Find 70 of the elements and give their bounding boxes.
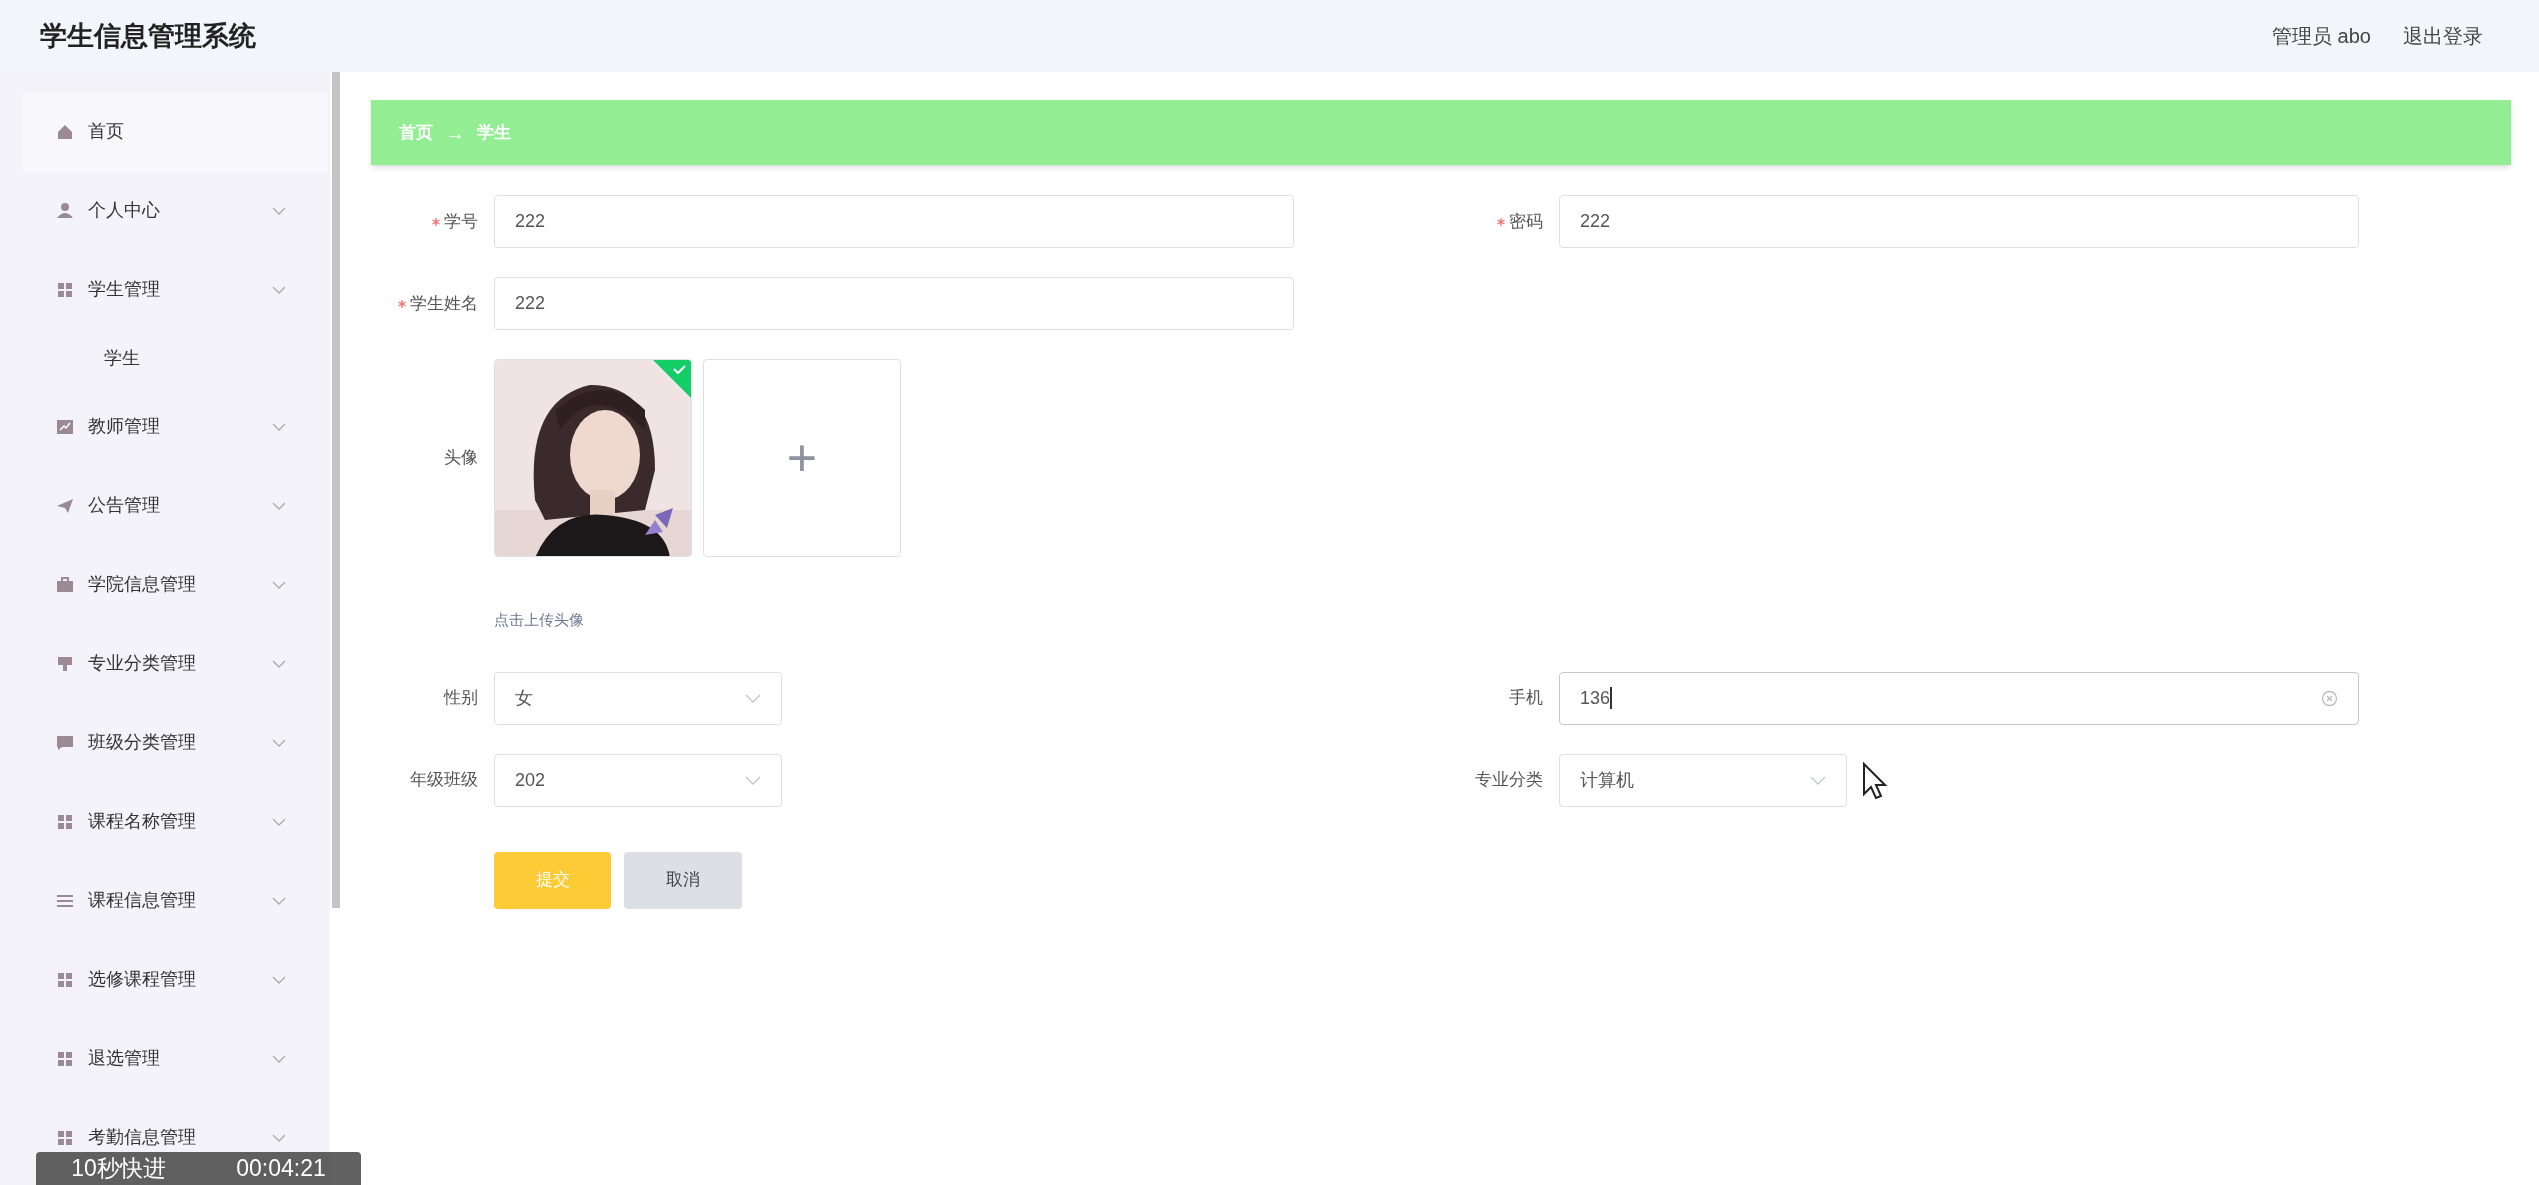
chevron-down-icon <box>272 285 286 294</box>
sidebar-item[interactable]: 课程信息管理 <box>22 861 322 940</box>
chevron-down-icon <box>1810 775 1826 785</box>
required-icon <box>398 299 406 308</box>
input-field[interactable]: 222 <box>494 277 1294 330</box>
field-label: 手机 <box>1509 687 1543 710</box>
breadcrumb-separator: → <box>445 120 465 146</box>
chevron-down-icon <box>272 817 286 826</box>
sidebar-subitem[interactable]: 学生 <box>22 329 322 387</box>
chevron-down-icon <box>272 975 286 984</box>
chevron-down-icon <box>272 422 286 431</box>
sidebar-item[interactable]: 学院信息管理 <box>22 545 322 624</box>
grid-icon <box>56 1049 74 1068</box>
select-field[interactable]: 女 <box>494 671 782 725</box>
required-icon <box>1497 217 1505 226</box>
mouse-cursor-icon <box>1862 762 1888 800</box>
field-label: 专业分类 <box>1475 769 1543 792</box>
skip-label[interactable]: 10秒快进 <box>71 1151 166 1185</box>
select-field[interactable]: 202 <box>494 753 782 807</box>
clear-icon[interactable] <box>2321 689 2338 707</box>
sidebar-item[interactable]: 学生管理 <box>22 250 322 329</box>
sidebar-item[interactable]: 个人中心 <box>22 171 322 250</box>
scrollbar[interactable] <box>332 72 340 908</box>
input-field[interactable]: 222 <box>494 195 1294 248</box>
grid-icon <box>56 812 74 831</box>
sidebar-item[interactable]: 选修课程管理 <box>22 940 322 1019</box>
input-field[interactable]: 136 <box>1559 671 2359 725</box>
chevron-down-icon <box>272 1133 286 1142</box>
field-label: 年级班级 <box>410 769 478 792</box>
sign-icon <box>56 654 74 673</box>
playback-time: 00:04:21 <box>236 1154 326 1184</box>
field-label: 密码 <box>1509 210 1543 233</box>
select-field[interactable]: 计算机 <box>1559 753 1847 807</box>
app-title: 学生信息管理系统 <box>40 19 256 53</box>
grid-icon <box>56 1128 74 1147</box>
field-label: 头像 <box>444 447 478 470</box>
field-label: 学号 <box>444 210 478 233</box>
chat-icon <box>56 733 74 752</box>
sidebar-item[interactable]: 首页 <box>22 92 328 171</box>
sidebar-item[interactable]: 班级分类管理 <box>22 703 322 782</box>
sidebar-item[interactable]: 教师管理 <box>22 387 322 466</box>
chevron-down-icon <box>272 206 286 215</box>
grid-icon <box>56 970 74 989</box>
chevron-down-icon <box>745 693 761 703</box>
field-label: 性别 <box>444 687 478 710</box>
sidebar-item[interactable]: 课程名称管理 <box>22 782 322 861</box>
grid-icon <box>56 280 74 299</box>
chevron-down-icon <box>745 775 761 785</box>
chevron-down-icon <box>272 1054 286 1063</box>
required-icon <box>432 217 440 226</box>
cancel-button[interactable]: 取消 <box>624 851 742 909</box>
user-name: 管理员 abo <box>2272 24 2371 49</box>
field-label: 学生姓名 <box>410 292 478 315</box>
upload-hint: 点击上传头像 <box>494 610 585 630</box>
sidebar-item[interactable]: 专业分类管理 <box>22 624 322 703</box>
paper-plane-icon <box>56 496 74 515</box>
chart-icon <box>56 417 74 436</box>
logout-link[interactable]: 退出登录 <box>2403 21 2483 51</box>
chevron-down-icon <box>272 501 286 510</box>
input-field[interactable]: 222 <box>1559 195 2359 248</box>
briefcase-icon <box>56 575 74 594</box>
chevron-down-icon <box>272 896 286 905</box>
chevron-down-icon <box>272 580 286 589</box>
chevron-down-icon <box>272 738 286 747</box>
home-icon <box>56 122 74 141</box>
sidebar-item[interactable]: 退选管理 <box>22 1019 322 1098</box>
user-icon <box>56 201 74 220</box>
chevron-down-icon <box>272 659 286 668</box>
text-caret <box>1610 687 1613 709</box>
sidebar-item[interactable]: 公告管理 <box>22 466 322 545</box>
